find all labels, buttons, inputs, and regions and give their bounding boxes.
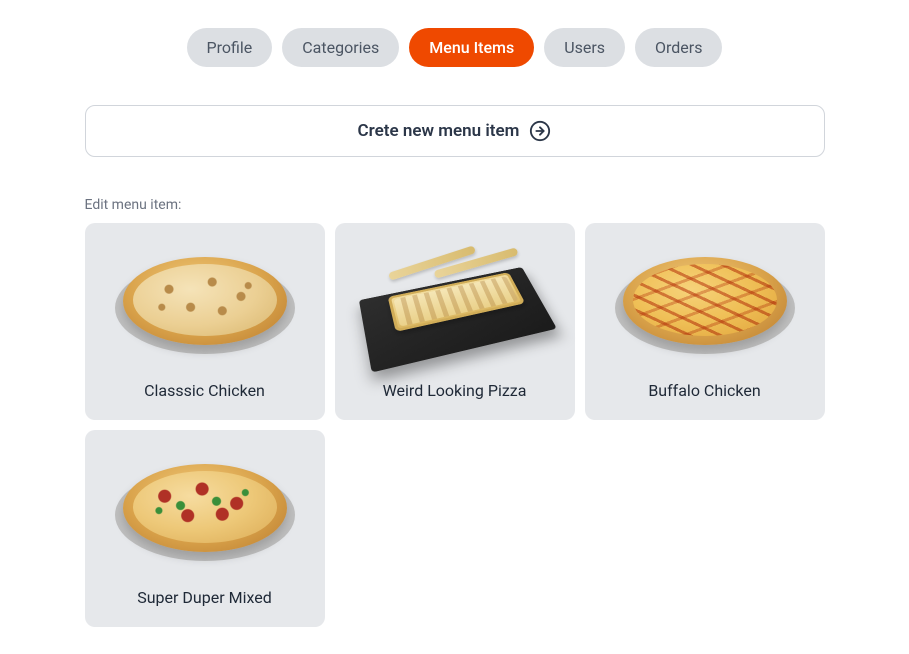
menu-item-title: Classsic Chicken [97, 381, 313, 400]
menu-item-card[interactable]: Classsic Chicken [85, 223, 325, 420]
create-menu-item-label: Crete new menu item [358, 121, 520, 141]
menu-item-card[interactable]: Weird Looking Pizza [335, 223, 575, 420]
create-menu-item-button[interactable]: Crete new menu item [85, 105, 825, 157]
tab-profile[interactable]: Profile [187, 28, 273, 67]
menu-item-title: Buffalo Chicken [597, 381, 813, 400]
tab-menu-items[interactable]: Menu Items [409, 28, 534, 67]
menu-item-image [97, 239, 313, 369]
menu-item-image [347, 239, 563, 369]
menu-item-title: Weird Looking Pizza [347, 381, 563, 400]
admin-tabs: Profile Categories Menu Items Users Orde… [85, 28, 825, 67]
menu-items-grid: Classsic Chicken Weird Looking Pizza Buf… [85, 223, 825, 627]
arrow-right-circle-icon [529, 120, 551, 142]
menu-item-card[interactable]: Super Duper Mixed [85, 430, 325, 627]
tab-orders[interactable]: Orders [635, 28, 722, 67]
edit-menu-item-label: Edit menu item: [85, 197, 825, 213]
tab-categories[interactable]: Categories [282, 28, 399, 67]
tab-users[interactable]: Users [544, 28, 625, 67]
menu-item-image [597, 239, 813, 369]
menu-item-title: Super Duper Mixed [97, 588, 313, 607]
menu-item-card[interactable]: Buffalo Chicken [585, 223, 825, 420]
menu-item-image [97, 446, 313, 576]
